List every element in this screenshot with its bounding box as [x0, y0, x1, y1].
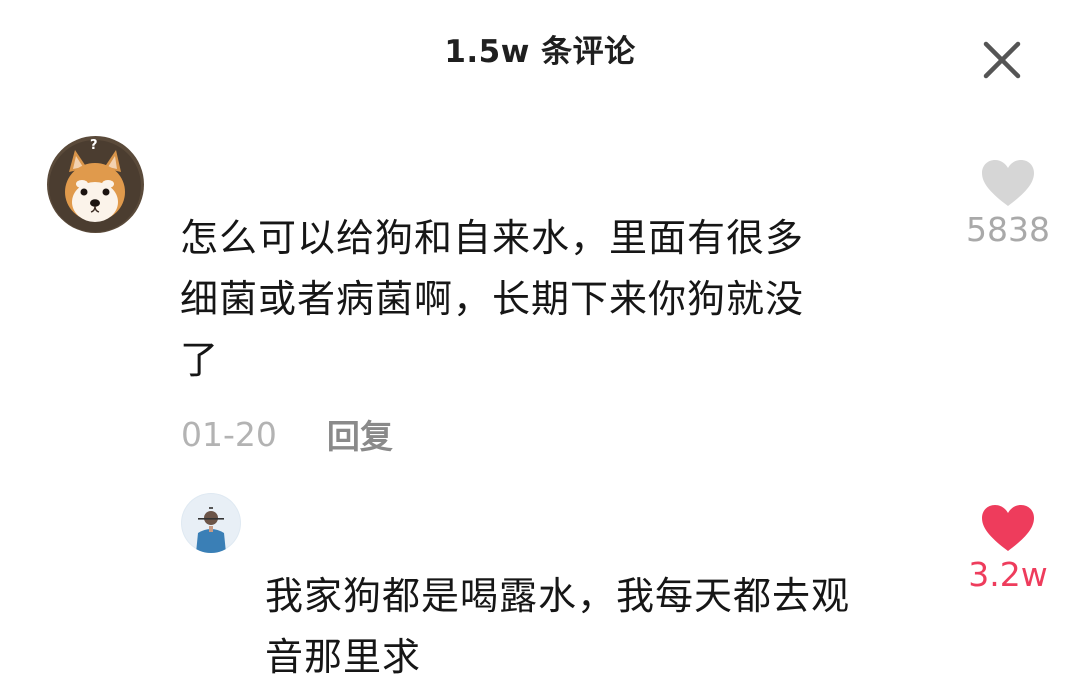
commenter-avatar[interactable]: ?	[47, 136, 144, 233]
reply-text: 我家狗都是喝露水，我每天都去观 音那里求	[265, 566, 955, 688]
comment-date: 01-20	[181, 414, 277, 454]
heart-outline-icon	[982, 160, 1034, 206]
comment-meta: 01-20 回复	[181, 410, 393, 458]
shiba-dog-avatar-icon: ?	[47, 136, 144, 233]
close-button[interactable]	[980, 38, 1024, 82]
close-icon	[983, 41, 1021, 79]
comment-like-count: 5838	[966, 210, 1050, 249]
reply-text-line: 音那里求	[265, 635, 422, 679]
comment-text-line: 了	[180, 338, 220, 382]
comment-like-button[interactable]: 5838	[953, 158, 1063, 249]
reply-like-button[interactable]: 3.2w	[953, 503, 1063, 594]
comments-sheet: 1.5w 条评论 ? 怎么可以给狗和自来水，里面有很多 细菌或者病菌啊，长期下来…	[0, 0, 1080, 689]
replier-avatar[interactable]	[181, 493, 241, 553]
reply-button[interactable]: 回复	[327, 410, 393, 458]
comment-text-line: 怎么可以给狗和自来水，里面有很多	[180, 216, 805, 260]
svg-text:?: ?	[90, 138, 98, 153]
person-avatar-icon	[181, 493, 241, 553]
comments-count-title: 1.5w 条评论	[444, 34, 636, 70]
comment-text-line: 细菌或者病菌啊，长期下来你狗就没	[180, 277, 805, 321]
comment-text: 怎么可以给狗和自来水，里面有很多 细菌或者病菌啊，长期下来你狗就没 了	[180, 208, 920, 391]
heart-filled-icon	[982, 505, 1034, 551]
reply-like-count: 3.2w	[968, 555, 1048, 594]
reply-text-line: 我家狗都是喝露水，我每天都去观	[265, 574, 851, 618]
